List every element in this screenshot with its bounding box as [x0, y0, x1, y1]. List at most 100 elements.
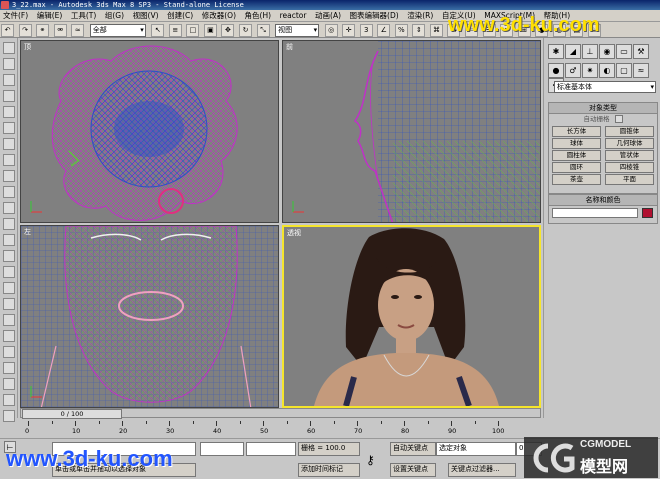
strip-tool-icon[interactable]	[3, 378, 15, 390]
select-rotate-icon[interactable]: ↻	[239, 24, 253, 37]
menu-graph-editors[interactable]: 图表编辑器(D)	[347, 10, 402, 21]
menu-group[interactable]: 组(G)	[102, 10, 127, 21]
percent-snap-icon[interactable]: %	[394, 24, 408, 37]
manipulate-icon[interactable]: ✛	[342, 24, 356, 37]
viewport-label[interactable]: 顶	[24, 42, 31, 52]
strip-tool-icon[interactable]	[3, 90, 15, 102]
box-button[interactable]: 长方体	[552, 126, 601, 137]
cylinder-button[interactable]: 圆柱体	[552, 150, 601, 161]
create-tab-icon[interactable]: ✱	[548, 44, 564, 59]
strip-tool-icon[interactable]	[3, 170, 15, 182]
tube-button[interactable]: 管状体	[605, 150, 654, 161]
strip-tool-icon[interactable]	[3, 42, 15, 54]
utilities-tab-icon[interactable]: ⚒	[633, 44, 649, 59]
menu-tools[interactable]: 工具(T)	[68, 10, 99, 21]
viewport-label[interactable]: 前	[286, 42, 293, 52]
strip-tool-icon[interactable]	[3, 74, 15, 86]
strip-tool-icon[interactable]	[3, 186, 15, 198]
object-color-swatch[interactable]	[642, 208, 653, 218]
menu-character[interactable]: 角色(H)	[242, 10, 275, 21]
key-icon[interactable]: ⚷	[366, 453, 386, 467]
strip-tool-icon[interactable]	[3, 266, 15, 278]
strip-tool-icon[interactable]	[3, 314, 15, 326]
bind-spacewarp-icon[interactable]: ≈	[71, 24, 85, 37]
key-mode-dropdown[interactable]: 选定对象	[436, 442, 516, 456]
geosphere-button[interactable]: 几何球体	[605, 138, 654, 149]
viewport-perspective[interactable]: 透视	[282, 225, 541, 408]
menu-reactor[interactable]: reactor	[277, 10, 310, 21]
select-scale-icon[interactable]: ⤡	[256, 24, 270, 37]
strip-tool-icon[interactable]	[3, 330, 15, 342]
menu-views[interactable]: 视图(V)	[130, 10, 162, 21]
display-tab-icon[interactable]: ▭	[616, 44, 632, 59]
set-key-button[interactable]: 设置关键点	[390, 463, 436, 477]
viewport-label[interactable]: 左	[24, 227, 31, 237]
strip-tool-icon[interactable]	[3, 410, 15, 422]
pyramid-button[interactable]: 四棱锥	[605, 162, 654, 173]
plane-button[interactable]: 平面	[605, 174, 654, 185]
menu-create[interactable]: 创建(C)	[164, 10, 196, 21]
menu-rendering[interactable]: 渲染(R)	[404, 10, 436, 21]
teapot-button[interactable]: 茶壶	[552, 174, 601, 185]
redo-icon[interactable]: ↷	[18, 24, 32, 37]
coord-y-field[interactable]	[246, 442, 296, 456]
strip-tool-icon[interactable]	[3, 106, 15, 118]
strip-tool-icon[interactable]	[3, 362, 15, 374]
strip-tool-icon[interactable]	[3, 58, 15, 70]
sphere-button[interactable]: 球体	[552, 138, 601, 149]
add-time-tag-button[interactable]: 添加时间标记	[298, 463, 360, 477]
select-by-name-icon[interactable]: ≡	[168, 24, 182, 37]
spinner-snap-icon[interactable]: ⇕	[412, 24, 426, 37]
viewport-left[interactable]: 左	[20, 225, 279, 408]
helpers-icon[interactable]: ▢	[616, 63, 632, 78]
window-crossing-icon[interactable]: ▣	[203, 24, 217, 37]
unlink-icon[interactable]: ⚮	[53, 24, 67, 37]
object-type-header[interactable]: 对象类型	[548, 102, 658, 114]
autogrid-checkbox[interactable]	[614, 115, 623, 123]
time-slider-knob[interactable]: 0 / 100	[22, 409, 122, 419]
menu-modifiers[interactable]: 修改器(O)	[199, 10, 239, 21]
selection-filter-dropdown[interactable]: 全部	[89, 24, 146, 37]
torus-button[interactable]: 圆环	[552, 162, 601, 173]
auto-key-button[interactable]: 自动关键点	[390, 442, 436, 456]
shapes-icon[interactable]: ♂	[565, 63, 581, 78]
cameras-icon[interactable]: ◐	[599, 63, 615, 78]
time-slider[interactable]: 0 / 100	[20, 408, 541, 419]
strip-tool-icon[interactable]	[3, 138, 15, 150]
strip-tool-icon[interactable]	[3, 154, 15, 166]
named-selection-icon[interactable]: ⌘	[429, 24, 443, 37]
modify-tab-icon[interactable]: ◢	[565, 44, 581, 59]
coord-x-field[interactable]	[200, 442, 244, 456]
strip-tool-icon[interactable]	[3, 346, 15, 358]
reference-coord-dropdown[interactable]: 视图	[275, 24, 320, 37]
cone-button[interactable]: 圆锥体	[605, 126, 654, 137]
strip-tool-icon[interactable]	[3, 282, 15, 294]
key-filters-button[interactable]: 关键点过滤器...	[448, 463, 516, 477]
strip-tool-icon[interactable]	[3, 234, 15, 246]
select-object-icon[interactable]: ↖	[151, 24, 165, 37]
primitive-category-dropdown[interactable]: 标准基本体	[554, 81, 656, 93]
menu-file[interactable]: 文件(F)	[0, 10, 31, 21]
rect-selection-icon[interactable]: □	[186, 24, 200, 37]
lights-icon[interactable]: ✷	[582, 63, 598, 78]
name-color-header[interactable]: 名称和颜色	[548, 194, 658, 206]
angle-snap-icon[interactable]: ∠	[377, 24, 391, 37]
menu-animation[interactable]: 动画(A)	[312, 10, 344, 21]
menu-edit[interactable]: 编辑(E)	[34, 10, 66, 21]
object-name-input[interactable]	[552, 208, 638, 218]
undo-icon[interactable]: ↶	[1, 24, 14, 37]
spacewarps-icon[interactable]: ≈	[633, 63, 649, 78]
viewport-label[interactable]: 透视	[287, 228, 301, 238]
viewport-front[interactable]: 前	[282, 40, 541, 223]
strip-tool-icon[interactable]	[3, 122, 15, 134]
strip-tool-icon[interactable]	[3, 394, 15, 406]
strip-tool-icon[interactable]	[3, 202, 15, 214]
viewport-top[interactable]: 顶	[20, 40, 279, 223]
pivot-center-icon[interactable]: ◎	[324, 24, 338, 37]
strip-tool-icon[interactable]	[3, 298, 15, 310]
strip-tool-icon[interactable]	[3, 218, 15, 230]
geometry-icon[interactable]: ●	[548, 63, 564, 78]
track-bar[interactable]: 0 10 20 30 40 50 60 70 80 90 100	[20, 419, 541, 437]
snap-toggle-icon[interactable]: 3	[359, 24, 373, 37]
select-move-icon[interactable]: ✥	[221, 24, 235, 37]
